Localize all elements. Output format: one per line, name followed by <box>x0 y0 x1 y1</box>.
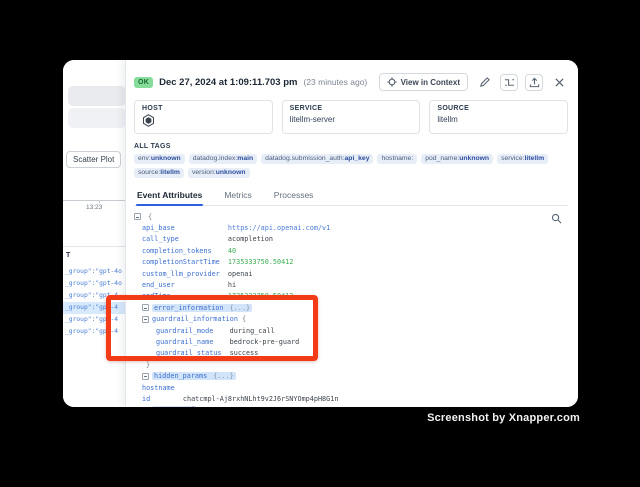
json-key: id <box>142 395 183 403</box>
trace-flow-icon[interactable] <box>500 74 518 91</box>
json-value: openai <box>228 270 253 278</box>
tag-chip[interactable]: datadog.submission_auth:api_key <box>261 154 373 164</box>
json-value: 1735333750.50412 <box>228 258 293 266</box>
json-brace: } <box>146 361 150 369</box>
json-value: 40 <box>228 247 236 255</box>
app-window: Scatter Plot 13:23 T _group":"gpt-4o_gro… <box>63 60 578 407</box>
event-relative-time: (23 minutes ago) <box>303 77 367 87</box>
collapse-toggle-icon[interactable] <box>134 213 141 220</box>
x-axis-line <box>63 200 125 201</box>
json-row-hidden_params[interactable]: hidden_params {...} <box>134 370 568 381</box>
underlay-divider <box>63 246 125 247</box>
tag-chip[interactable]: service:litellm <box>497 154 548 164</box>
x-axis-tick-label: 13:23 <box>86 204 102 211</box>
json-key: completion_tokens <box>142 247 228 255</box>
search-highlight: messages [ <box>152 406 197 407</box>
json-key: hidden_params <box>154 372 207 380</box>
info-card-service: SERVICE litellm-server <box>282 100 421 134</box>
info-card-host: HOST <box>134 100 273 134</box>
edit-icon[interactable] <box>475 74 493 91</box>
json-brace: { <box>148 213 152 221</box>
info-card-value: litellm <box>437 115 560 124</box>
scope-icon <box>387 77 397 87</box>
json-key: messages <box>154 406 187 407</box>
json-value: hi <box>228 281 236 289</box>
search-highlight: hidden_params {...} <box>152 372 236 380</box>
json-row-hostname[interactable]: hostname <box>134 382 568 393</box>
event-timestamp: Dec 27, 2024 at 1:09:11.703 pm <box>159 77 297 88</box>
json-brace-row[interactable]: { <box>134 211 568 222</box>
json-row-end_user[interactable]: end_userhi <box>134 279 568 290</box>
tag-chip[interactable]: datadog.index:main <box>189 154 257 164</box>
json-value: {...} <box>213 372 233 380</box>
json-row-custom_llm_provider[interactable]: custom_llm_provideropenai <box>134 268 568 279</box>
json-key: completionStartTime <box>142 258 228 266</box>
host-hexagon-icon <box>142 112 265 132</box>
tag-chip[interactable]: hostname: <box>377 154 417 164</box>
json-row-api_base[interactable]: api_basehttps://api.openai.com/v1 <box>134 222 568 233</box>
json-key: api_base <box>142 224 228 232</box>
info-card-label: SOURCE <box>437 105 560 112</box>
scatter-plot-button[interactable]: Scatter Plot <box>66 151 121 168</box>
json-row-completion_tokens[interactable]: completion_tokens40 <box>134 245 568 256</box>
info-card-source: SOURCE litellm <box>429 100 568 134</box>
json-value: https://api.openai.com/v1 <box>228 224 330 232</box>
tab-processes[interactable]: Processes <box>273 186 315 205</box>
list-item[interactable]: _group":"gpt-4o <box>63 266 125 278</box>
json-key: hostname <box>142 384 183 392</box>
tab-event-attributes[interactable]: Event Attributes <box>136 186 203 205</box>
json-key: custom_llm_provider <box>142 270 228 278</box>
close-icon[interactable] <box>550 74 568 91</box>
json-value: chatcmpl-Aj8rxhNLht9v2J6rSNYOmp4pH8G1n <box>183 395 339 403</box>
x-axis-tick <box>99 200 100 203</box>
json-brace: [ <box>191 406 195 407</box>
underlay-skeleton <box>68 86 126 106</box>
info-card-label: SERVICE <box>290 105 413 112</box>
tag-chip[interactable]: pod_name:unknown <box>421 154 493 164</box>
tab-metrics[interactable]: Metrics <box>223 186 252 205</box>
tag-chip[interactable]: source:litellm <box>134 168 184 178</box>
status-badge: OK <box>134 77 153 88</box>
export-icon[interactable] <box>525 74 543 91</box>
view-in-context-label: View in Context <box>401 78 460 87</box>
event-header: OK Dec 27, 2024 at 1:09:11.703 pm (23 mi… <box>134 73 568 91</box>
tag-list: env:unknown datadog.index:main datadog.sub… <box>134 154 574 178</box>
tag-chip[interactable]: version:unknown <box>188 168 250 178</box>
json-row-call_type[interactable]: call_typeacompletion <box>134 234 568 245</box>
collapse-toggle-icon[interactable] <box>142 373 149 380</box>
info-card-value: litellm-server <box>290 115 413 124</box>
header-actions: View in Context <box>379 73 568 91</box>
view-in-context-button[interactable]: View in Context <box>379 73 468 91</box>
watermark-text: Screenshot by Xnapper.com <box>427 412 580 424</box>
underlay-skeleton <box>68 108 126 128</box>
tag-chip[interactable]: env:unknown <box>134 154 185 164</box>
all-tags-label: ALL TAGS <box>134 143 568 150</box>
info-card-label: HOST <box>142 105 265 112</box>
search-icon[interactable] <box>551 213 562 226</box>
info-cards: HOST SERVICE litellm-server SOURCE litellm <box>134 100 568 134</box>
json-key: call_type <box>142 235 228 243</box>
list-item[interactable]: _group":"gpt-4o <box>63 278 125 290</box>
json-row-completionStartTime[interactable]: completionStartTime1735333750.50412 <box>134 257 568 268</box>
json-row-id[interactable]: idchatcmpl-Aj8rxhNLht9v2J6rSNYOmp4pH8G1n <box>134 393 568 404</box>
screenshot-stage: Scatter Plot 13:23 T _group":"gpt-4o_gro… <box>0 0 640 487</box>
annotation-red-box <box>106 295 318 361</box>
tab-bar: Event Attributes Metrics Processes <box>134 186 568 206</box>
list-column-header: T <box>66 252 70 259</box>
json-key: end_user <box>142 281 228 289</box>
json-row-messages[interactable]: messages [ <box>134 405 568 407</box>
json-value: acompletion <box>228 235 273 243</box>
